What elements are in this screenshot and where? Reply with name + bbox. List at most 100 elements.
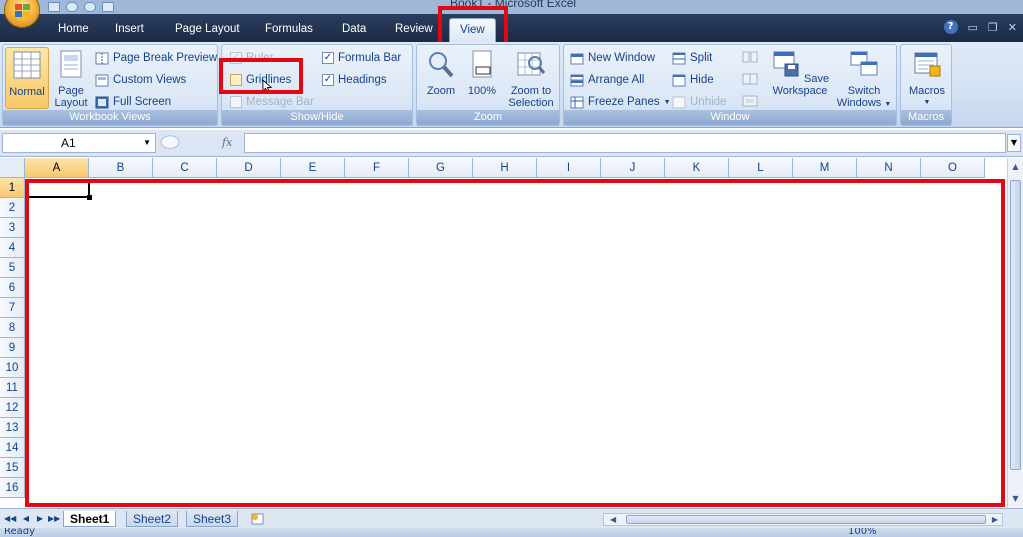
gridlines-check-icon[interactable] — [230, 74, 242, 86]
scroll-left-icon[interactable]: ◀ — [610, 514, 616, 525]
scroll-up-icon[interactable]: ▲ — [1009, 160, 1022, 174]
vertical-scroll-thumb[interactable] — [1010, 180, 1021, 470]
full-screen-button[interactable]: Full Screen — [95, 94, 171, 110]
scroll-down-icon[interactable]: ▼ — [1009, 492, 1022, 506]
zoom-button[interactable]: Zoom — [421, 47, 461, 97]
redo-icon[interactable] — [84, 2, 96, 12]
first-sheet-icon[interactable]: ◀◀ — [4, 512, 16, 525]
column-header-k[interactable]: K — [665, 158, 729, 178]
next-sheet-icon[interactable]: ▶ — [34, 512, 46, 525]
tab-page-layout[interactable]: Page Layout — [175, 20, 240, 38]
row-header-7[interactable]: 7 — [0, 298, 25, 318]
column-header-f[interactable]: F — [345, 158, 409, 178]
row-header-3[interactable]: 3 — [0, 218, 25, 238]
normal-view-button[interactable]: Normal — [5, 47, 49, 109]
horizontal-scrollbar[interactable]: ◀ ▶ — [603, 513, 1003, 526]
row-header-12[interactable]: 12 — [0, 398, 25, 418]
column-header-o[interactable]: O — [921, 158, 985, 178]
row-header-13[interactable]: 13 — [0, 418, 25, 438]
row-header-16[interactable]: 16 — [0, 478, 25, 498]
insert-sheet-icon[interactable] — [250, 512, 266, 526]
scroll-right-icon[interactable]: ▶ — [992, 514, 998, 525]
restore-icon[interactable]: ❐ — [988, 21, 998, 34]
name-box[interactable]: A1 ▼ — [2, 133, 156, 153]
page-break-preview-button[interactable]: Page Break Preview — [95, 50, 217, 66]
column-header-g[interactable]: G — [409, 158, 473, 178]
formula-bar-expand-icon[interactable]: ▼ — [1007, 134, 1021, 152]
arrange-all-button[interactable]: Arrange All — [570, 72, 644, 88]
undo-icon[interactable] — [66, 2, 78, 12]
column-header-i[interactable]: I — [537, 158, 601, 178]
zoom-to-selection-button[interactable]: Zoom to Selection — [503, 47, 559, 109]
tab-view[interactable]: View — [449, 18, 496, 42]
formula-input[interactable] — [244, 133, 1006, 153]
ribbon: Normal Page Layout Page Break Preview Cu… — [0, 42, 1023, 128]
ruler-checkbox: ✓ Ruler — [230, 50, 273, 66]
new-window-label: New Window — [588, 52, 656, 64]
row-header-9[interactable]: 9 — [0, 338, 25, 358]
vertical-scrollbar[interactable]: ▲ ▼ — [1007, 158, 1023, 508]
row-header-14[interactable]: 14 — [0, 438, 25, 458]
tab-formulas[interactable]: Formulas — [265, 20, 313, 38]
name-box-dropdown-icon[interactable]: ▼ — [143, 134, 151, 152]
minimize-icon[interactable]: ▭ — [968, 21, 978, 34]
column-header-m[interactable]: M — [793, 158, 857, 178]
row-header-10[interactable]: 10 — [0, 358, 25, 378]
save-workspace-button[interactable]: Save Workspace — [768, 47, 832, 97]
row-header-4[interactable]: 4 — [0, 238, 25, 258]
row-header-6[interactable]: 6 — [0, 278, 25, 298]
worksheet-grid[interactable]: A B C D E F G H I J K L M N O 1 2 3 4 5 6 7 8 9 10 11 12 13 14 15 16 — [0, 158, 1007, 508]
print-preview-icon[interactable] — [102, 2, 114, 12]
column-header-j[interactable]: J — [601, 158, 665, 178]
row-header-15[interactable]: 15 — [0, 458, 25, 478]
macros-button[interactable]: Macros ▼ — [905, 47, 949, 109]
sheet-tab-1[interactable]: Sheet1 — [63, 511, 117, 527]
hide-button[interactable]: Hide — [672, 72, 714, 88]
tab-review[interactable]: Review — [395, 20, 433, 38]
sheet-tab-2[interactable]: Sheet2 — [126, 511, 179, 527]
split-button[interactable]: Split — [672, 50, 712, 66]
last-sheet-icon[interactable]: ▶▶ — [48, 512, 60, 525]
column-header-n[interactable]: N — [857, 158, 921, 178]
column-header-e[interactable]: E — [281, 158, 345, 178]
column-header-a[interactable]: A — [25, 158, 89, 178]
freeze-panes-button[interactable]: Freeze Panes ▼ — [570, 94, 671, 110]
select-all-corner[interactable] — [0, 158, 25, 178]
help-icon[interactable]: ? — [943, 20, 958, 34]
switch-windows-button[interactable]: Switch Windows ▼ — [832, 47, 896, 111]
save-icon[interactable] — [48, 2, 60, 12]
prev-sheet-icon[interactable]: ◀ — [20, 512, 32, 525]
formula-bar-check-icon[interactable]: ✓ — [322, 52, 334, 64]
gridlines-checkbox[interactable]: Gridlines — [230, 72, 291, 88]
page-layout-view-button[interactable]: Page Layout — [51, 47, 91, 109]
row-header-8[interactable]: 8 — [0, 318, 25, 338]
row-header-2[interactable]: 2 — [0, 198, 25, 218]
sync-scroll-icon — [742, 73, 758, 85]
new-window-button[interactable]: New Window — [570, 50, 655, 66]
horizontal-scroll-thumb[interactable] — [626, 515, 986, 524]
formula-bar-checkbox[interactable]: ✓ Formula Bar — [322, 50, 401, 66]
zoom-level[interactable]: 100% — [848, 528, 877, 537]
headings-check-icon[interactable]: ✓ — [322, 74, 334, 86]
window-controls: ? ▭ ❐ ✕ — [943, 20, 1017, 34]
row-header-5[interactable]: 5 — [0, 258, 25, 278]
active-cell[interactable] — [27, 179, 92, 200]
tab-home[interactable]: Home — [58, 20, 89, 38]
column-header-h[interactable]: H — [473, 158, 537, 178]
column-header-d[interactable]: D — [217, 158, 281, 178]
sheet-tab-3[interactable]: Sheet3 — [186, 511, 239, 527]
close-icon[interactable]: ✕ — [1008, 21, 1017, 34]
tab-insert[interactable]: Insert — [115, 20, 144, 38]
headings-checkbox[interactable]: ✓ Headings — [322, 72, 387, 88]
title-bar: Book1 - Microsoft Excel — [0, 0, 1023, 14]
zoom-100-button[interactable]: 100% — [463, 47, 501, 97]
row-header-11[interactable]: 11 — [0, 378, 25, 398]
insert-function-icon[interactable]: fx — [222, 133, 232, 153]
tab-data[interactable]: Data — [342, 20, 366, 38]
column-header-b[interactable]: B — [89, 158, 153, 178]
custom-views-button[interactable]: Custom Views — [95, 72, 186, 88]
row-header-1[interactable]: 1 — [0, 178, 25, 198]
column-header-c[interactable]: C — [153, 158, 217, 178]
column-header-l[interactable]: L — [729, 158, 793, 178]
expand-handle-icon[interactable] — [158, 134, 182, 152]
